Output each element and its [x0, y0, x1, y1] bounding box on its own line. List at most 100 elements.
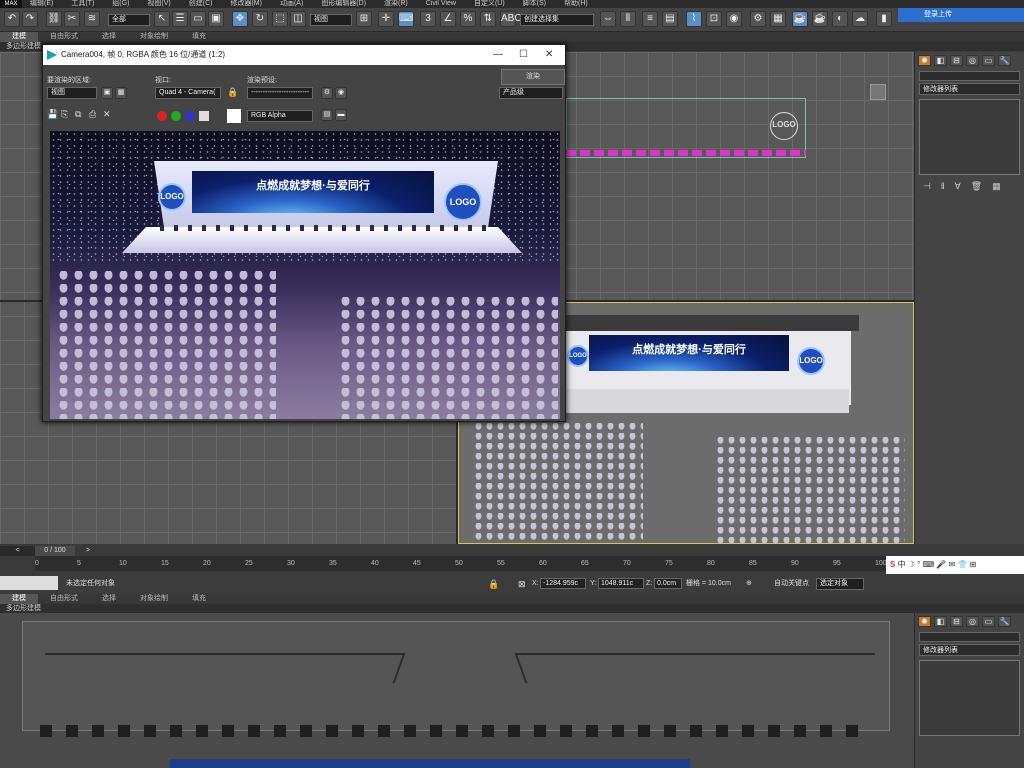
green-channel-toggle[interactable]	[171, 111, 181, 121]
scale-icon[interactable]: ⬚	[272, 11, 288, 27]
window-crossing-icon[interactable]: ▣	[208, 11, 224, 27]
rotate-icon[interactable]: ↻	[252, 11, 268, 27]
lower-motion-tab-icon[interactable]: ◎	[966, 616, 979, 627]
pin-stack-icon[interactable]: ⊣	[923, 181, 931, 192]
lower-display-tab-icon[interactable]: ▭	[982, 616, 995, 627]
copy-image-icon[interactable]: ⎘	[61, 109, 68, 120]
toggle-panel-icon[interactable]: ▬	[335, 109, 347, 121]
ribbon-toggle-icon[interactable]: ▤	[662, 11, 678, 27]
spinner-snap-icon[interactable]: ⇅	[480, 11, 496, 27]
menu-rendering[interactable]: 渲染(R)	[384, 0, 408, 8]
alpha-channel-toggle[interactable]	[199, 111, 209, 121]
edit-region-icon[interactable]: ▣	[101, 87, 113, 99]
render-button[interactable]: 渲染	[501, 69, 565, 85]
quality-dropdown[interactable]: 产品级	[499, 87, 563, 99]
menu-customize[interactable]: 自定义(U)	[474, 0, 505, 8]
modifier-list-dropdown[interactable]: 修改器列表	[919, 83, 1020, 95]
remove-modifier-icon[interactable]: 🗑	[971, 181, 982, 192]
place-icon[interactable]: ◫	[290, 11, 306, 27]
tab-populate[interactable]: 填充	[180, 32, 218, 42]
keyboard-shortcut-icon[interactable]: ⌨	[398, 11, 414, 27]
align-icon[interactable]: ⫴	[620, 11, 636, 27]
blue-channel-toggle[interactable]	[185, 111, 195, 121]
menu-graph-editors[interactable]: 图形编辑器(D)	[321, 0, 366, 8]
x-coord-field[interactable]: -1284.959c	[540, 578, 586, 589]
menu-modifiers[interactable]: 修改器(M)	[230, 0, 262, 8]
render-iterative-icon[interactable]: ☕	[812, 11, 828, 27]
lower-tab-freeform[interactable]: 自由形式	[38, 594, 90, 604]
coord-system-dropdown[interactable]: 视图	[310, 14, 352, 26]
lower-create-tab-icon[interactable]: ✺	[918, 616, 931, 627]
edit-named-sel-icon[interactable]: ABC	[500, 11, 522, 27]
y-coord-field[interactable]: 1048.911c	[598, 578, 644, 589]
render-setup-icon[interactable]: ⚙	[750, 11, 766, 27]
rect-selection-icon[interactable]: ▭	[190, 11, 206, 27]
lower-modifier-stack[interactable]	[919, 660, 1020, 736]
undo-icon[interactable]: ↶	[4, 11, 20, 27]
time-slider-thumb[interactable]: 0 / 100	[35, 546, 75, 556]
mirror-icon[interactable]: ⇔	[600, 11, 616, 27]
show-end-result-icon[interactable]: ‖	[941, 181, 945, 192]
material-editor-icon[interactable]: ◉	[726, 11, 742, 27]
preset-dropdown[interactable]: -------------------------	[247, 87, 313, 99]
save-image-icon[interactable]: 💾	[47, 109, 58, 120]
menu-animation[interactable]: 动画(A)	[280, 0, 303, 8]
object-name-field[interactable]	[919, 71, 1020, 81]
tab-modeling[interactable]: 建模	[0, 32, 38, 42]
unlink-icon[interactable]: ✂	[64, 11, 80, 27]
render-setup-small-icon[interactable]: ⚙	[321, 87, 333, 99]
login-upload-button[interactable]: 登录上传	[898, 8, 1024, 22]
select-by-name-icon[interactable]: ☰	[172, 11, 188, 27]
prev-frame-icon[interactable]: <	[0, 546, 35, 556]
lock-icon[interactable]: 🔒	[227, 87, 238, 98]
background-swatch[interactable]	[227, 109, 241, 123]
bind-spacewarp-icon[interactable]: ≋	[84, 11, 100, 27]
render-tools-icon[interactable]: ▮	[876, 11, 892, 27]
menu-civil-view[interactable]: Civil View	[426, 0, 456, 8]
lower-modifier-list-dropdown[interactable]: 修改器列表	[919, 644, 1020, 656]
menu-edit[interactable]: 编辑(E)	[30, 0, 53, 8]
percent-snap-icon[interactable]: %	[460, 11, 476, 27]
lower-tab-modeling[interactable]: 建模	[0, 594, 38, 604]
redo-icon[interactable]: ↷	[22, 11, 38, 27]
modify-tab-icon[interactable]: ◧	[934, 55, 947, 66]
lower-tab-object-paint[interactable]: 对象绘制	[128, 594, 180, 604]
lower-object-name-field[interactable]	[919, 632, 1020, 642]
rendered-frame-icon[interactable]: ▦	[770, 11, 786, 27]
select-object-icon[interactable]: ↖	[154, 11, 170, 27]
render-production-icon[interactable]: ☕	[792, 11, 808, 27]
create-tab-icon[interactable]: ✺	[918, 55, 931, 66]
toggle-ui-icon[interactable]: ▤	[321, 109, 333, 121]
tab-object-paint[interactable]: 对象绘制	[128, 32, 180, 42]
environment-icon[interactable]: ◉	[335, 87, 347, 99]
menu-group[interactable]: 组(G)	[112, 0, 129, 8]
modifier-stack[interactable]	[919, 99, 1020, 175]
absolute-mode-icon[interactable]: ⊠	[518, 574, 526, 594]
lower-utilities-tab-icon[interactable]: 🔧	[998, 616, 1011, 627]
key-mode-dropdown[interactable]: 选定对象	[816, 578, 864, 590]
selection-lock-icon[interactable]: 🔒	[488, 574, 499, 594]
named-selection-dropdown[interactable]: 创建选择集	[520, 14, 594, 26]
configure-sets-icon[interactable]: ▦	[992, 181, 1001, 192]
menu-scripting[interactable]: 脚本(S)	[523, 0, 546, 8]
channel-dropdown[interactable]: RGB Alpha	[247, 110, 313, 122]
selection-filter-dropdown[interactable]: 全部	[108, 14, 150, 26]
curve-editor-icon[interactable]: ⌇	[686, 11, 702, 27]
layer-icon[interactable]: ≡	[642, 11, 658, 27]
lower-hierarchy-tab-icon[interactable]: ⊟	[950, 616, 963, 627]
tab-selection[interactable]: 选择	[90, 32, 128, 42]
pivot-icon[interactable]: ⊞	[356, 11, 372, 27]
menu-create[interactable]: 创建(C)	[189, 0, 213, 8]
sogou-icon[interactable]: S	[890, 560, 895, 569]
select-manipulate-icon[interactable]: ✛	[378, 11, 394, 27]
lower-tab-selection[interactable]: 选择	[90, 594, 128, 604]
clone-window-icon[interactable]: ⧉	[75, 109, 81, 120]
utilities-tab-icon[interactable]: 🔧	[998, 55, 1011, 66]
render-online-icon[interactable]: ☁	[852, 11, 868, 27]
activeshade-icon[interactable]: ◐	[832, 11, 848, 27]
red-channel-toggle[interactable]	[157, 111, 167, 121]
lower-viewport[interactable]	[0, 613, 914, 768]
viewport-dropdown[interactable]: Quad 4 - Camera(	[155, 87, 221, 99]
menu-help[interactable]: 帮助(H)	[564, 0, 588, 8]
auto-key-button[interactable]: 自动关键点	[774, 574, 809, 594]
